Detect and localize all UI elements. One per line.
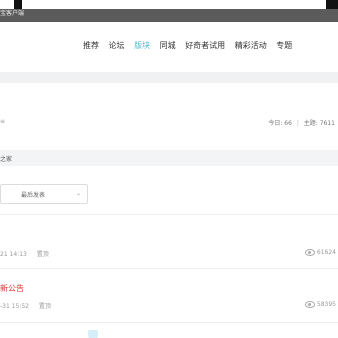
app-top-bar: 宝客户端: [0, 0, 338, 22]
nav-item-forum[interactable]: 论坛: [109, 40, 125, 51]
thread-badge: [88, 330, 98, 338]
nav-item-trial[interactable]: 好奇者试用: [185, 40, 225, 51]
stats-separator: |: [296, 120, 299, 127]
thread-row[interactable]: 21 14:13 置顶 61624: [0, 244, 338, 268]
topic-count: 主题: 7611: [303, 120, 335, 127]
section-title[interactable]: 之家: [0, 154, 12, 163]
chevron-down-icon: ⌄: [75, 190, 81, 197]
divider: [0, 214, 338, 215]
view-count: 61624: [316, 249, 336, 256]
section-header: 之家: [0, 150, 338, 166]
divider: [0, 322, 338, 323]
thread-row-partial[interactable]: [0, 330, 338, 338]
nav-item-local[interactable]: 同城: [160, 40, 176, 51]
divider: [0, 268, 338, 269]
thread-title[interactable]: 新公告: [0, 283, 24, 294]
view-count: 58395: [316, 301, 336, 308]
thread-tag: 置顶: [38, 303, 51, 310]
breadcrumb-bar: [0, 72, 338, 83]
eye-icon: [304, 301, 315, 308]
nav-item-events[interactable]: 精彩活动: [235, 40, 267, 51]
app-banner-title[interactable]: 宝客户端: [0, 10, 24, 18]
today-count: 今日: 66: [268, 120, 292, 127]
top-bar-strip: [22, 0, 338, 9]
thread-date: 21 14:13: [0, 251, 27, 258]
thread-meta: 21 14:13 置顶: [0, 249, 49, 258]
thread-meta: -31 15:52 置顶: [0, 301, 51, 310]
top-bar-chip: [14, 0, 22, 9]
forum-stats: 今日: 66 | 主题: 7611: [268, 118, 335, 127]
thread-date: -31 15:52: [0, 303, 29, 310]
top-bar-tab: [0, 0, 14, 9]
forum-menu-icon[interactable]: ≡: [0, 118, 5, 125]
sort-select-value: 最后发表: [21, 192, 46, 199]
nav-item-boards[interactable]: 版块: [134, 40, 150, 51]
top-bar-end: [326, 0, 338, 9]
thread-tag: 置顶: [36, 251, 49, 258]
thread-views: 61624: [304, 249, 336, 256]
forum-header: ≡ 今日: 66 | 主题: 7611: [0, 84, 338, 151]
thread-row[interactable]: 新公告 -31 15:52 置顶 58395: [0, 280, 338, 320]
sort-select[interactable]: 最后发表 ⌄: [0, 184, 88, 204]
main-nav: 推荐 论坛 版块 同城 好奇者试用 精彩活动 专题: [83, 40, 299, 52]
nav-item-topics[interactable]: 专题: [276, 40, 292, 51]
nav-item-recommend[interactable]: 推荐: [83, 40, 99, 51]
thread-views: 58395: [304, 301, 336, 308]
eye-icon: [304, 249, 315, 256]
